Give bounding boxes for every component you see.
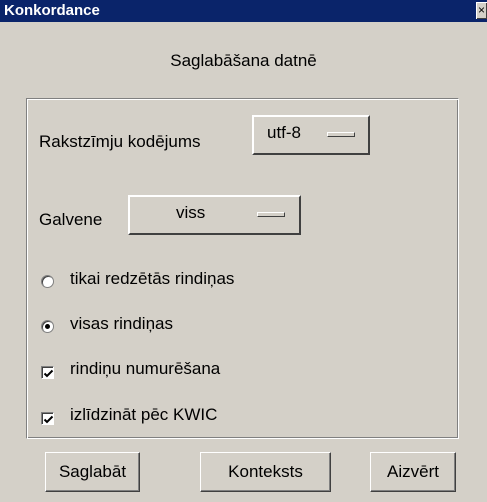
context-button[interactable]: Konteksts [200,452,331,492]
encoding-menu-button[interactable]: utf-8 [252,115,370,155]
title-bar[interactable]: Konkordance × [0,0,487,22]
radio-visible-rows[interactable] [41,275,54,288]
encoding-value: utf-8 [267,123,302,142]
dialog-heading: Saglabāšana datnē [170,51,317,70]
radio-all-rows[interactable] [41,320,54,333]
checkmark-icon [43,415,54,424]
checkbox-row-numbering[interactable] [41,366,54,379]
options-group: Rakstzīmju kodējums utf-8 Galvene viss t… [26,98,459,439]
checkbox-row-numbering-label: rindiņu numurēšana [70,359,221,378]
menu-indicator-icon [257,212,285,217]
save-to-file-dialog: Konkordance × Saglabāšana datnē Rakstzīm… [0,0,487,502]
encoding-label: Rakstzīmju kodējums [39,132,201,151]
checkmark-icon [43,369,54,378]
save-button[interactable]: Saglabāt [45,452,140,492]
radio-all-rows-label: visas rindiņas [70,314,173,333]
close-icon[interactable]: × [476,2,487,19]
close-button[interactable]: Aizvērt [370,452,456,492]
header-menu-button[interactable]: viss [128,195,301,235]
header-label: Galvene [39,210,103,229]
window-title: Konkordance [4,2,100,19]
header-value: viss [176,203,206,222]
checkbox-kwic-align[interactable] [41,412,54,425]
radio-visible-rows-label: tikai redzētās rindiņas [70,269,235,288]
menu-indicator-icon [327,132,355,137]
checkbox-kwic-align-label: izlīdzināt pēc KWIC [70,405,218,424]
